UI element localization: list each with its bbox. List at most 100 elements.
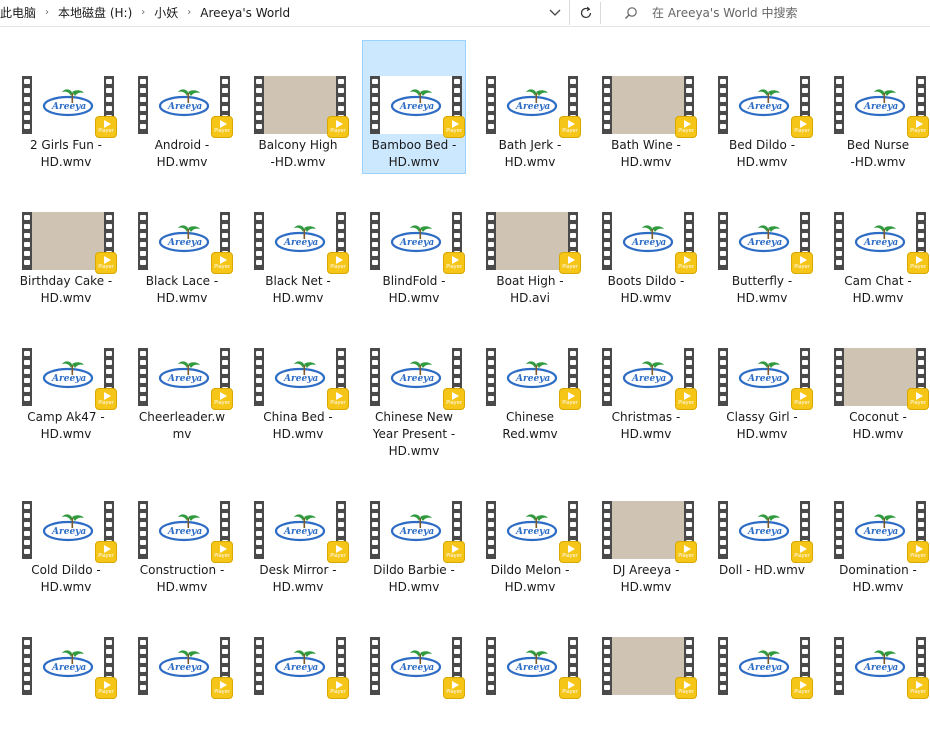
file-item[interactable]: Player Bath Wine - HD.wmv <box>594 40 698 174</box>
file-item[interactable]: Areeya Player Cheerleader.w mv <box>130 312 234 446</box>
file-item[interactable]: Player Boat High - HD.avi <box>478 176 582 310</box>
file-item[interactable]: Areeya Player <box>130 601 234 735</box>
file-item[interactable]: Areeya Player Black Lace - HD.wmv <box>130 176 234 310</box>
video-thumbnail: Areeya Player <box>834 501 929 563</box>
player-badge-icon: Player <box>559 541 581 563</box>
file-item[interactable]: Areeya Player <box>826 601 930 735</box>
video-thumbnail: Areeya Player <box>254 348 349 410</box>
svg-text:Areeya: Areeya <box>283 374 318 384</box>
file-item[interactable]: Areeya Player <box>362 601 466 735</box>
player-badge-icon: Player <box>327 677 349 699</box>
player-badge-icon: Player <box>327 388 349 410</box>
file-item[interactable]: Areeya Player Bamboo Bed - HD.wmv <box>362 40 466 174</box>
file-name: HD.wmv <box>272 580 324 594</box>
video-thumbnail: Areeya Player <box>22 76 117 138</box>
file-name: HD.wmv <box>272 427 324 441</box>
file-item[interactable]: Areeya Player Classy Girl - HD.wmv <box>710 312 814 446</box>
file-name: Construction - <box>139 563 225 577</box>
file-item[interactable]: Areeya Player Domination - HD.wmv <box>826 465 930 599</box>
file-item[interactable]: Areeya Player Dildo Melon - HD.wmv <box>478 465 582 599</box>
thumbnail-frame: Areeya <box>148 348 220 406</box>
file-name: Balcony High <box>258 138 338 152</box>
player-badge-icon: Player <box>95 541 117 563</box>
svg-text:Areeya: Areeya <box>51 374 86 384</box>
file-item[interactable]: Areeya Player Bed Dildo - HD.wmv <box>710 40 814 174</box>
file-name: Christmas - <box>611 410 681 424</box>
svg-text:Areeya: Areeya <box>747 238 782 248</box>
file-item[interactable]: Player <box>594 601 698 735</box>
file-item[interactable]: Areeya Player Chinese Red.wmv <box>478 312 582 446</box>
video-thumbnail: Player <box>486 212 581 274</box>
file-item[interactable]: Areeya Player Construction - HD.wmv <box>130 465 234 599</box>
svg-text:Areeya: Areeya <box>167 102 202 112</box>
svg-text:Areeya: Areeya <box>167 663 202 673</box>
file-name: HD.wmv <box>40 291 92 305</box>
file-name: Camp Ak47 - <box>27 410 105 424</box>
video-thumbnail: Player <box>602 76 697 138</box>
thumbnail-frame: Areeya <box>380 348 452 406</box>
video-thumbnail: Areeya Player <box>138 348 233 410</box>
svg-text:Areeya: Areeya <box>51 527 86 537</box>
file-name: HD.wmv <box>272 291 324 305</box>
file-item[interactable]: Areeya Player Christmas - HD.wmv <box>594 312 698 446</box>
player-badge-icon: Player <box>95 116 117 138</box>
file-item[interactable]: Player Balcony High -HD.wmv <box>246 40 350 174</box>
file-item[interactable]: Areeya Player Camp Ak47 - HD.wmv <box>14 312 118 446</box>
video-thumbnail: Areeya Player <box>370 76 465 138</box>
video-thumbnail: Areeya Player <box>486 637 581 699</box>
file-name: HD.wmv <box>388 444 440 458</box>
file-item[interactable]: Areeya Player <box>14 601 118 735</box>
file-item[interactable]: Areeya Player Chinese New Year Present - HD.… <box>362 312 466 458</box>
thumbnail-frame: Areeya <box>728 348 800 406</box>
thumbnail-frame: Areeya <box>844 501 916 559</box>
file-name: HD.wmv <box>736 291 788 305</box>
svg-text:Areeya: Areeya <box>863 238 898 248</box>
file-name: HD.wmv <box>156 580 208 594</box>
player-badge-icon: Player <box>791 388 813 410</box>
file-item[interactable]: Player Coconut - HD.wmv <box>826 312 930 446</box>
file-item[interactable]: Areeya Player BlindFold - HD.wmv <box>362 176 466 310</box>
thumbnail-frame: Areeya <box>728 501 800 559</box>
file-item[interactable]: Player Birthday Cake - HD.wmv <box>14 176 118 310</box>
file-name: BlindFold - <box>382 274 446 288</box>
player-badge-icon: Player <box>211 116 233 138</box>
file-name: Classy Girl - <box>726 410 798 424</box>
file-item[interactable]: Areeya Player <box>478 601 582 735</box>
file-item[interactable]: Areeya Player Dildo Barbie - HD.wmv <box>362 465 466 599</box>
file-name: Year Present - <box>372 427 456 441</box>
player-badge-icon: Player <box>443 116 465 138</box>
file-item[interactable]: Areeya Player China Bed - HD.wmv <box>246 312 350 446</box>
file-item[interactable]: Areeya Player Boots Dildo - HD.wmv <box>594 176 698 310</box>
file-item[interactable]: Areeya Player Black Net - HD.wmv <box>246 176 350 310</box>
player-badge-icon: Player <box>211 541 233 563</box>
video-thumbnail: Player <box>834 348 929 410</box>
video-thumbnail: Player <box>602 501 697 563</box>
file-item[interactable]: Player DJ Areeya - HD.wmv <box>594 465 698 599</box>
thumbnail-frame <box>612 637 684 695</box>
file-name: Domination - <box>839 563 917 577</box>
thumbnail-frame: Areeya <box>148 212 220 270</box>
file-item[interactable]: Areeya Player Doll - HD.wmv <box>710 465 814 599</box>
file-item[interactable]: Areeya Player Android - HD.wmv <box>130 40 234 174</box>
thumbnail-frame: Areeya <box>264 501 336 559</box>
svg-text:Areeya: Areeya <box>399 663 434 673</box>
thumbnail-frame: Areeya <box>380 501 452 559</box>
file-item[interactable]: Areeya Player Cam Chat - HD.wmv <box>826 176 930 310</box>
file-item[interactable]: Areeya Player <box>246 601 350 735</box>
file-item[interactable]: Areeya Player 2 Girls Fun - HD.wmv <box>14 40 118 174</box>
file-item[interactable]: Areeya Player Cold Dildo - HD.wmv <box>14 465 118 599</box>
thumbnail-frame: Areeya <box>148 76 220 134</box>
svg-text:Areeya: Areeya <box>167 374 202 384</box>
player-badge-icon: Player <box>907 388 929 410</box>
file-name: HD.wmv <box>620 427 672 441</box>
file-item[interactable]: Areeya Player <box>710 601 814 735</box>
player-badge-icon: Player <box>95 252 117 274</box>
thumbnail-frame: Areeya <box>728 212 800 270</box>
file-item[interactable]: Areeya Player Bed Nurse -HD.wmv <box>826 40 930 174</box>
file-item[interactable]: Areeya Player Desk Mirror - HD.wmv <box>246 465 350 599</box>
file-item[interactable]: Areeya Player Bath Jerk - HD.wmv <box>478 40 582 174</box>
file-grid: Areeya Player 2 Girls Fun - HD.wmv Areeya Pla… <box>0 0 930 699</box>
file-item[interactable]: Areeya Player Butterfly - HD.wmv <box>710 176 814 310</box>
player-badge-icon: Player <box>675 252 697 274</box>
video-thumbnail: Areeya Player <box>602 348 697 410</box>
